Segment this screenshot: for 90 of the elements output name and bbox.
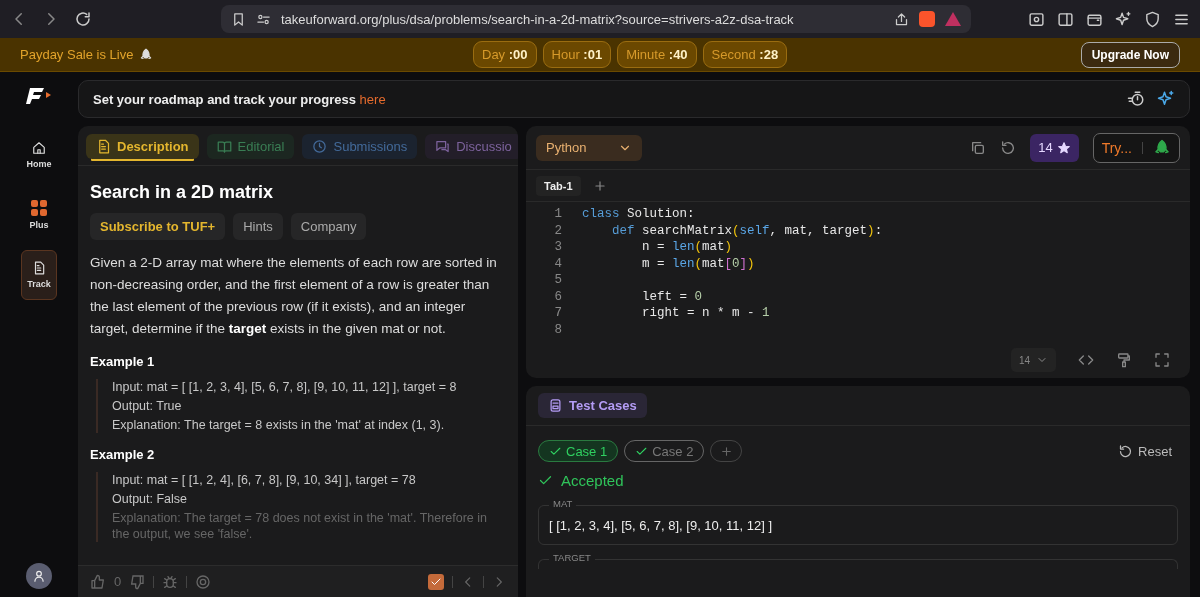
reload-icon: [74, 10, 92, 28]
line-number: 3: [553, 240, 562, 255]
example-line: Input: mat = [ [1, 2, 3, 4], [5, 6, 7, 8], [9, 10, 11, 12] ], target = 8: [112, 379, 458, 395]
line-number: 8: [553, 322, 562, 337]
document-icon: [32, 261, 46, 275]
example-heading: Example 1: [90, 354, 156, 369]
sidebar-item[interactable]: Track: [21, 250, 57, 300]
code-line: right = n * m - 1: [641, 306, 770, 321]
thumbs-down-icon[interactable]: [129, 573, 146, 590]
example-line: Output: False: [112, 491, 189, 507]
chat-icon: [435, 139, 451, 154]
countdown-pill: Minute :40: [617, 41, 697, 68]
sparkle-icon: [1115, 10, 1132, 28]
stopwatch-icon: [1127, 90, 1145, 108]
sidebar-icon: [1057, 10, 1074, 28]
code-line: left = 0: [641, 289, 703, 304]
fullscreen-icon: [1154, 352, 1170, 368]
sidebar-item[interactable]: Home: [21, 130, 57, 180]
font-size-dropdown[interactable]: 14: [1010, 348, 1056, 372]
thumbs-up-icon: [90, 573, 106, 590]
logo-icon[interactable]: [26, 86, 52, 106]
upgrade-button[interactable]: Upgrade Now: [1080, 41, 1180, 68]
test-cases-tab[interactable]: Test Cases: [538, 393, 647, 418]
tag-button[interactable]: Hints: [233, 213, 283, 240]
share-icon: [894, 11, 909, 27]
line-number: 7: [553, 306, 562, 321]
fullscreen-button[interactable]: [1154, 352, 1170, 368]
code-button[interactable]: [1078, 352, 1094, 368]
line-number: 4: [553, 256, 562, 271]
reset-button[interactable]: Reset: [1112, 442, 1178, 460]
add-tab-button[interactable]: [592, 178, 607, 193]
countdown-pill: Second :28: [702, 41, 788, 68]
countdown-pill: Day :00: [473, 41, 537, 68]
stars-button[interactable]: 14: [1030, 133, 1079, 162]
document-icon: [96, 139, 111, 154]
reset-code-button[interactable]: [1000, 139, 1017, 156]
promo-text: Payday Sale is Live: [20, 47, 134, 62]
code-line: n = len(mat): [641, 240, 733, 255]
address-bar[interactable]: takeuforward.org/plus/dsa/problems/search-in-a-2d-matrix?source=strivers-a2z-dsa-track: [221, 5, 971, 33]
here-link[interactable]: here: [359, 91, 386, 107]
example-line: Output: True: [112, 398, 183, 414]
status-text: Accepted: [561, 472, 624, 489]
line-number: 6: [553, 289, 562, 304]
solved-checkbox[interactable]: [428, 573, 444, 590]
example-line: Explanation: The target = 78 does not exist in the 'mat'. Therefore in the output, we see 'false'.: [112, 510, 489, 542]
grid-icon: [31, 200, 47, 216]
like-count: 0: [114, 574, 122, 589]
tag-button[interactable]: Company: [290, 213, 367, 240]
example-line: Input: mat = [ [1, 2, 4], [6, 7, 8], [9, 10, 34] ], target = 78: [112, 472, 417, 488]
code-line: def searchMatrix(self, mat, target):: [611, 223, 883, 238]
clipboard-icon: [548, 398, 563, 413]
line-number: 1: [553, 207, 562, 222]
sparkle-icon: [1157, 90, 1175, 108]
star-icon: [1056, 140, 1071, 155]
paint-roller-icon: [1116, 352, 1132, 368]
rocket-icon: [139, 47, 154, 62]
countdown-pill: Hour :01: [542, 41, 612, 68]
copy-icon: [970, 139, 987, 156]
code-icon: [1078, 352, 1094, 368]
clock-icon: [312, 139, 328, 154]
screen-icon: [1028, 10, 1045, 28]
line-number: 5: [553, 273, 562, 288]
case-tab[interactable]: Case 1: [538, 440, 619, 462]
subscribe-button[interactable]: Subscribe to TUF+: [90, 213, 226, 240]
home-icon: [32, 141, 46, 155]
problem-title: Search in a 2D matrix: [90, 182, 275, 203]
copy-button[interactable]: [970, 139, 987, 156]
plus-icon: [592, 178, 607, 193]
editor-tab[interactable]: Tab-1: [536, 175, 581, 196]
code-line: class Solution:: [582, 207, 695, 222]
line-number: 2: [553, 223, 562, 238]
undo-icon: [1000, 139, 1017, 156]
roadmap-banner-text: Set your roadmap and track your progress here: [93, 91, 387, 107]
avatar-icon[interactable]: [26, 563, 52, 589]
plus-icon: [719, 444, 733, 458]
book-icon: [216, 139, 232, 154]
bookmark-icon: [231, 11, 246, 27]
format-button[interactable]: [1116, 352, 1132, 368]
example-heading: Example 2: [90, 447, 156, 462]
bug-icon: [162, 573, 179, 590]
example-line: Explanation: The target = 8 exists in the 'mat' at index (1, 3).: [112, 417, 446, 433]
sidebar-item[interactable]: Plus: [21, 190, 57, 240]
code-line: m = len(mat[0]): [641, 256, 755, 271]
problem-description: Given a 2-D array mat where the elements of each row are sorted in non-decreasing order, and the first element of a row is greater than the last element of the previous row (if it exists), and an integer target, determine if the target exists in the given mat or not.: [90, 254, 498, 338]
user-icon: [32, 569, 46, 583]
undo-icon: [1118, 443, 1134, 459]
problem-tab[interactable]: Description: [86, 134, 199, 159]
language-dropdown[interactable]: Python: [536, 134, 642, 161]
circle-icon: [195, 573, 212, 590]
try-button[interactable]: Try...: [1092, 132, 1180, 163]
